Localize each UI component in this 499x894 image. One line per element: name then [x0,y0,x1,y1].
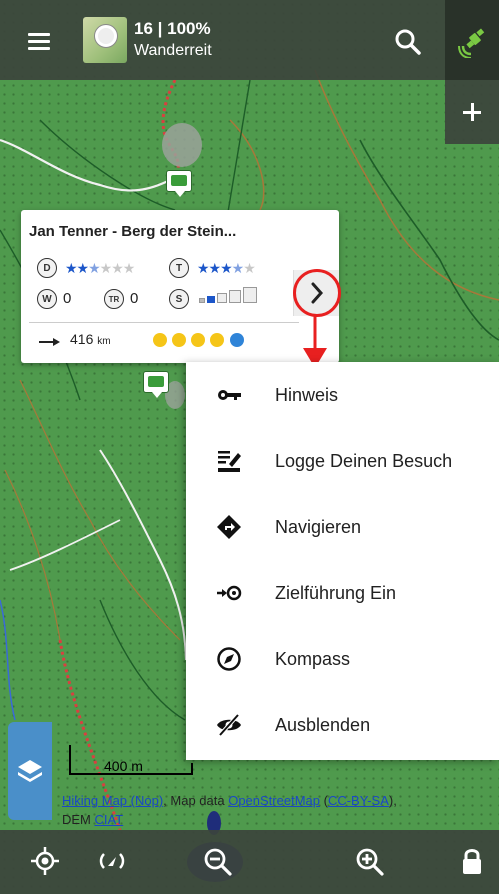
menu-item-hinweis[interactable]: Hinweis [186,362,499,428]
distance-number: 416 [70,331,94,347]
zoom-in-icon[interactable] [352,844,386,878]
gps-button[interactable] [445,0,499,80]
difficulty-stars: ★★★★★★ [65,260,135,276]
bottom-bar [0,830,499,894]
smiley-icons [153,333,244,347]
red-arrow-annotation [303,316,327,368]
menu-label: Logge Deinen Besuch [275,451,453,471]
trackables-badge: TR [104,289,124,309]
terrain-badge: T [169,258,189,278]
menu-label: Ausblenden [275,715,371,735]
menu-item-navigate[interactable]: Navigieren [186,494,499,560]
cache-marker[interactable] [143,371,169,398]
difficulty-badge: D [37,258,57,278]
cache-marker[interactable] [166,170,192,197]
attribution-text: ( [319,793,328,808]
attribution-text: DEM [62,812,95,827]
distance-unit: km [97,336,111,347]
attribution-link-ciat[interactable]: CIAT [95,812,124,827]
log-visit-icon [218,451,241,472]
menu-item-compass[interactable]: Kompass [186,626,499,692]
guidance-icon [217,585,242,601]
trackables-value: 0 [130,290,139,307]
menu-label: Hinweis [275,385,339,405]
map-selector-icon[interactable] [83,17,127,63]
lock-icon[interactable] [455,844,489,878]
attribution-text: , Map data [163,793,229,808]
top-bar: 16 | 100% Wanderreit [0,0,499,80]
satellite-icon [458,28,485,58]
attribution-text: ), [388,793,397,808]
attribution-link-osm[interactable]: OpenStreetMap [228,793,320,808]
layers-icon [18,760,42,782]
compass-icon [217,647,241,671]
my-location-icon[interactable] [28,844,62,878]
attribution-link-hiking-map[interactable]: Hiking Map (Nop) [62,793,163,808]
menu-item-hide[interactable]: Ausblenden [186,692,499,758]
menu-label: Kompass [275,649,351,669]
cache-title: Jan Tenner - Berg der Stein... [29,223,237,240]
terrain-stars: ★★★★★ [197,260,256,276]
waypoints-badge: W [37,289,57,309]
navigate-diamond-icon [217,515,241,539]
attribution-link-license[interactable]: CC-BY-SA [328,793,389,808]
distance-value: 416 km [70,331,111,347]
rotate-map-icon[interactable] [95,844,129,878]
map-attribution: Hiking Map (Nop), Map data OpenStreetMap… [62,791,492,829]
log-smileys [151,331,271,352]
layers-button[interactable] [8,722,52,820]
divider [29,322,299,323]
menu-icon[interactable] [28,33,50,50]
menu-item-guidance[interactable]: Zielführung Ein [186,560,499,626]
menu-label: Navigieren [275,517,362,537]
cache-context-menu: Hinweis Logge Deinen Besuch Navigieren Z… [186,362,499,760]
eye-off-icon [217,713,241,737]
search-icon[interactable] [394,28,422,56]
waypoints-value: 0 [63,290,72,307]
distance-arrow-icon [39,338,60,346]
cache-info-popup[interactable]: Jan Tenner - Berg der Stein... D ★★★★★★ … [21,210,339,363]
zoom-in-side-button[interactable] [445,80,499,144]
scale-label: 400 m [104,758,143,774]
key-icon [218,390,241,400]
zoom-info: 16 | 100% [134,19,211,38]
size-badge: S [169,289,189,309]
highlight-circle [293,269,341,317]
zoom-out-icon[interactable] [200,844,234,878]
menu-item-log-visit[interactable]: Logge Deinen Besuch [186,428,499,494]
map-name[interactable]: Wanderreit [134,42,212,60]
menu-label: Zielführung Ein [275,583,397,603]
